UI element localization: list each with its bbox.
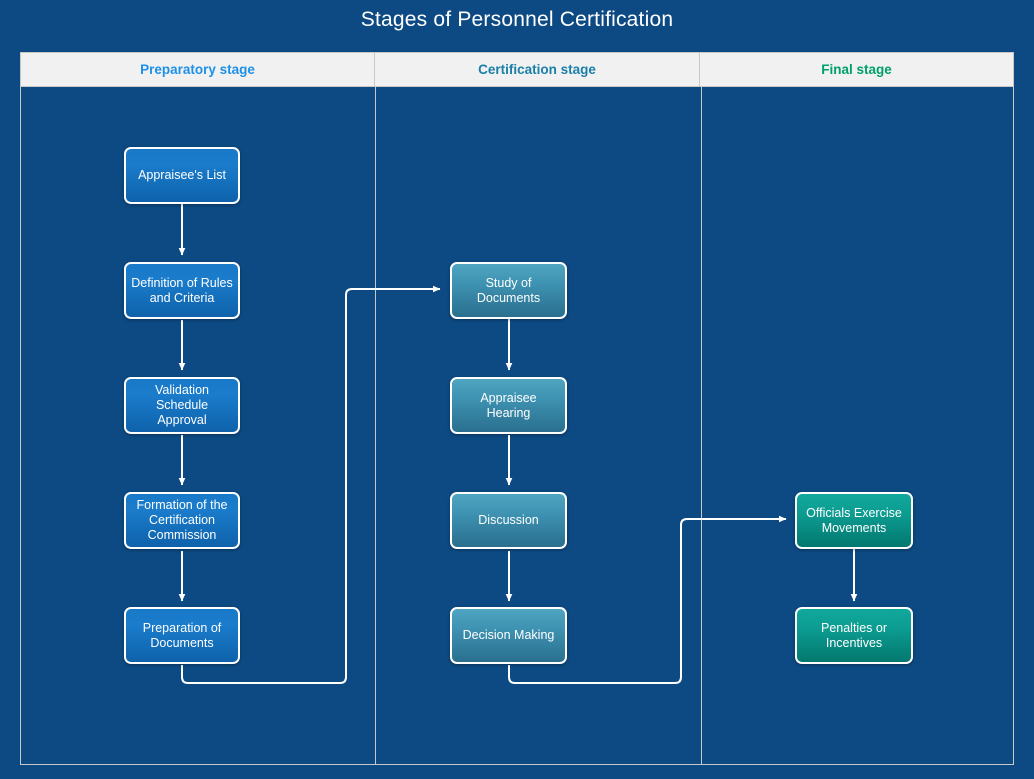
stage-header-certification: Certification stage [375,53,700,86]
node-penalties-or-incentives-label: Penalties or Incentives [820,620,887,650]
stage-header-preparatory: Preparatory stage [21,53,375,86]
node-validation-schedule-approval[interactable]: Validation Schedule Approval [124,377,240,434]
node-discussion-label: Discussion [478,513,539,527]
node-study-of-documents-label: Study of Documents [476,275,541,305]
diagram-canvas: Stages of Personnel Certification Prepar… [0,0,1034,779]
node-preparation-of-documents[interactable]: Preparation of Documents [124,607,240,664]
node-appraisees-list[interactable]: Appraisee's List [124,147,240,204]
stage-header-certification-label: Certification stage [478,62,596,77]
node-appraisee-hearing-label: Appraisee Hearing [480,390,537,420]
node-formation-of-the-certification-commission-label: Formation of the Certification Commissio… [136,498,228,542]
node-definition-of-rules-and-criteria-label: Definition of Rules and Criteria [131,275,233,305]
stage-header-final: Final stage [700,53,1013,86]
node-appraisee-hearing[interactable]: Appraisee Hearing [450,377,567,434]
stage-header-row: Preparatory stage Certification stage Fi… [21,53,1013,87]
node-discussion[interactable]: Discussion [450,492,567,549]
node-officials-exercise-movements[interactable]: Officials Exercise Movements [795,492,913,549]
page-title: Stages of Personnel Certification [360,8,674,31]
node-definition-of-rules-and-criteria[interactable]: Definition of Rules and Criteria [124,262,240,319]
node-validation-schedule-approval-label: Validation Schedule Approval [155,383,209,427]
node-preparation-of-documents-label: Preparation of Documents [142,620,222,650]
node-officials-exercise-movements-label: Officials Exercise Movements [806,505,902,535]
node-decision-making-label: Decision Making [462,628,555,642]
node-appraisees-list-label: Appraisee's List [138,168,226,182]
column-divider-1 [375,87,376,764]
stage-header-preparatory-label: Preparatory stage [140,62,255,77]
node-penalties-or-incentives[interactable]: Penalties or Incentives [795,607,913,664]
node-formation-of-the-certification-commission[interactable]: Formation of the Certification Commissio… [124,492,240,549]
node-study-of-documents[interactable]: Study of Documents [450,262,567,319]
stage-header-final-label: Final stage [821,62,892,77]
column-divider-2 [701,87,702,764]
node-decision-making[interactable]: Decision Making [450,607,567,664]
